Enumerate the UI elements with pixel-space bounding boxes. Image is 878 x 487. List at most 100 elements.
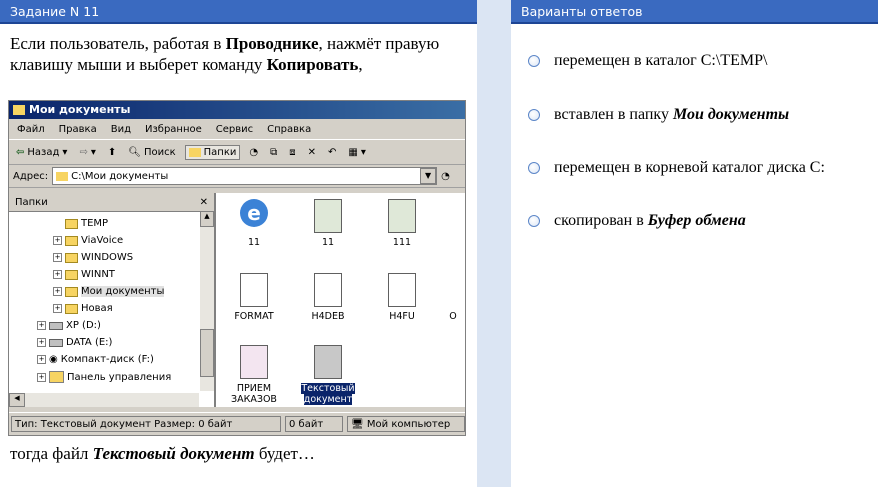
file-item-text-document[interactable]: Текстовый документ	[298, 345, 358, 405]
folders-pane-header: Папки ✕	[9, 193, 214, 212]
go-icon[interactable]: ◔	[441, 171, 450, 182]
expand-icon[interactable]: +	[37, 321, 46, 330]
menu-tools[interactable]: Сервис	[216, 124, 253, 135]
expand-icon[interactable]: +	[53, 270, 62, 279]
tree-item[interactable]: + WINDOWS	[53, 252, 133, 263]
answer-text: перемещен в корневой каталог диска C:	[554, 159, 825, 176]
delete-icon: ✕	[307, 146, 317, 158]
search-button[interactable]: 🔍︎ Поиск	[125, 146, 178, 159]
scroll-left-icon[interactable]: ◀	[9, 393, 25, 407]
scroll-up-icon[interactable]: ▲	[200, 211, 214, 227]
answers-title: Варианты ответов	[521, 4, 643, 19]
expand-icon[interactable]: +	[37, 338, 46, 347]
tree-item[interactable]: TEMP	[65, 218, 108, 229]
status-type: Тип: Текстовый документ Размер: 0 байт	[11, 416, 281, 432]
file-label: 11	[247, 237, 261, 248]
drive-icon	[49, 321, 63, 330]
menu-favorites[interactable]: Избранное	[145, 124, 202, 135]
text-file-icon	[313, 345, 343, 379]
folders-pane: Папки ✕ TEMP + ViaVoice + WINDOWS + WINNT + М…	[9, 193, 216, 407]
file-item[interactable]: 11	[298, 199, 358, 248]
chevron-down-icon: ▾	[360, 146, 366, 158]
answer-label: вставлен в папку Мои документы	[554, 106, 789, 124]
file-item[interactable]: e 11	[224, 199, 284, 248]
expand-icon[interactable]: +	[53, 287, 62, 296]
forward-button[interactable]: ⇨ ▾	[76, 146, 98, 159]
file-item[interactable]: O	[438, 273, 465, 322]
menu-bar: Файл Правка Вид Избранное Сервис Справка	[9, 119, 465, 140]
tree-item[interactable]: + ◉ Компакт-диск (F:)	[37, 354, 154, 365]
file-label: 111	[392, 237, 412, 248]
folders-icon	[188, 147, 201, 157]
answer-option-4[interactable]: скопирован в Буфер обмена	[528, 212, 746, 230]
tree-item[interactable]: + Новая	[53, 303, 113, 314]
address-input[interactable]: C:\Мои документы ▼	[52, 167, 438, 185]
move-to-button[interactable]: ⧉	[267, 146, 280, 159]
folders-horizontal-scrollbar[interactable]: ◀	[9, 393, 199, 407]
up-button[interactable]: ⬆	[105, 146, 119, 159]
tree-item[interactable]: + WINNT	[53, 269, 115, 280]
answers-header: Варианты ответов	[511, 0, 878, 24]
document-icon	[239, 273, 269, 307]
expand-icon[interactable]: +	[53, 304, 62, 313]
tree-label: ViaVoice	[81, 235, 124, 246]
drive-icon	[49, 338, 63, 347]
tree-label: Панель управления	[67, 371, 172, 383]
up-folder-icon: ⬆	[107, 146, 117, 158]
answer-text: вставлен в папку	[554, 106, 673, 123]
tree-label: XP (D:)	[66, 320, 101, 331]
close-icon[interactable]: ✕	[200, 197, 208, 208]
file-item[interactable]: FORMAT	[224, 273, 284, 322]
file-label: O	[449, 311, 457, 322]
expand-icon[interactable]: +	[53, 253, 62, 262]
tree-label: DATA (E:)	[66, 337, 113, 348]
delete-button[interactable]: ✕	[305, 146, 319, 159]
status-location-label: Мой компьютер	[366, 418, 451, 430]
tree-item[interactable]: + Мои документы	[53, 286, 165, 297]
answer-text: перемещен в каталог C:\TEMP\	[554, 52, 768, 69]
radio-icon[interactable]	[528, 215, 540, 227]
cd-icon: ◉	[49, 354, 58, 365]
file-item[interactable]: ПРИЕМ ЗАКАЗОВ	[224, 345, 284, 405]
menu-view[interactable]: Вид	[111, 124, 131, 135]
tree-item[interactable]: + Панель управления	[37, 371, 171, 383]
scroll-thumb[interactable]	[200, 329, 214, 377]
copy-to-button[interactable]: ⧈	[286, 146, 298, 159]
q-part: Если пользователь, работая в	[10, 34, 226, 53]
radio-icon[interactable]	[528, 55, 540, 67]
file-label: H4FU	[389, 311, 415, 322]
folder-icon	[65, 252, 78, 263]
folder-icon	[56, 171, 69, 181]
answer-option-3[interactable]: перемещен в корневой каталог диска C:	[528, 159, 825, 177]
menu-file[interactable]: Файл	[17, 124, 45, 135]
address-dropdown[interactable]: ▼	[420, 168, 437, 184]
menu-edit[interactable]: Правка	[59, 124, 97, 135]
file-item[interactable]: H4FU	[372, 273, 432, 322]
folders-vertical-scrollbar[interactable]: ▲	[200, 211, 214, 391]
tree-item[interactable]: + DATA (E:)	[37, 337, 112, 348]
answer-option-2[interactable]: вставлен в папку Мои документы	[528, 106, 789, 124]
file-item[interactable]: 111	[372, 199, 432, 248]
history-button[interactable]: ◔	[246, 146, 261, 159]
expand-icon[interactable]: +	[53, 236, 62, 245]
status-bar: Тип: Текстовый документ Размер: 0 байт 0…	[9, 412, 465, 435]
document-icon	[387, 273, 417, 307]
tree-item[interactable]: + XP (D:)	[37, 320, 101, 331]
radio-icon[interactable]	[528, 162, 540, 174]
search-label: Поиск	[143, 146, 176, 158]
expand-icon[interactable]: +	[37, 372, 46, 382]
radio-icon[interactable]	[528, 109, 540, 121]
file-item[interactable]: H4DEB	[298, 273, 358, 322]
views-button[interactable]: ▦ ▾	[345, 146, 368, 159]
answer-label: перемещен в каталог C:\TEMP\	[554, 52, 767, 70]
history-icon: ◔	[249, 146, 259, 158]
tree-item[interactable]: + ViaVoice	[53, 235, 123, 246]
tree-label: WINDOWS	[81, 252, 134, 263]
back-button[interactable]: ⇦ Назад ▾	[13, 146, 70, 159]
undo-button[interactable]: ↶	[325, 146, 339, 159]
folders-button[interactable]: Папки	[184, 144, 241, 160]
menu-help[interactable]: Справка	[267, 124, 311, 135]
expand-icon[interactable]: +	[37, 355, 46, 364]
task-header: Задание N 11	[0, 0, 477, 24]
answer-option-1[interactable]: перемещен в каталог C:\TEMP\	[528, 52, 767, 70]
